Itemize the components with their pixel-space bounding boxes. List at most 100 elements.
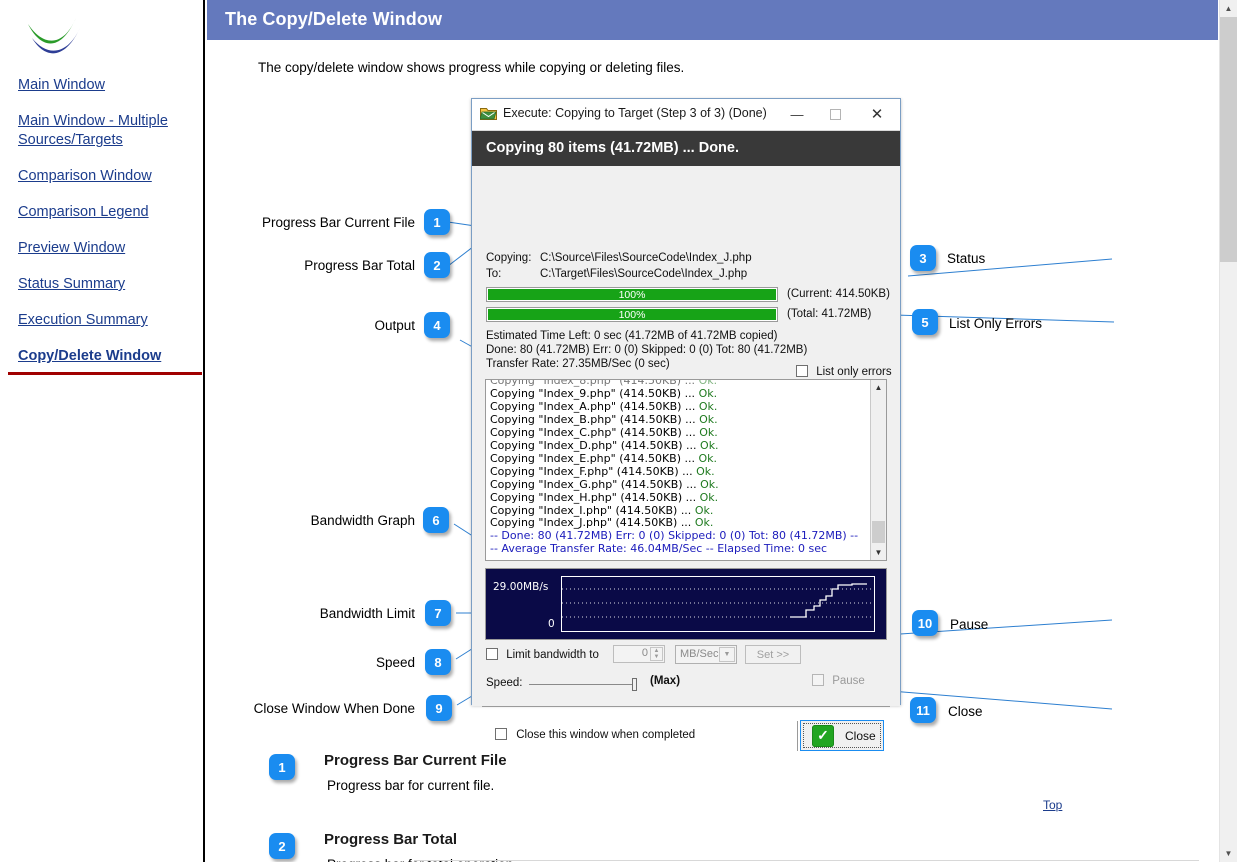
bandwidth-unit-select[interactable]: MB/Sec ▼	[675, 645, 737, 664]
page-scroll-thumb[interactable]	[1220, 17, 1237, 262]
list-only-errors-checkbox[interactable]: List only errors	[796, 365, 892, 378]
callout-label-2: Progress Bar Total	[304, 258, 415, 273]
sidebar-item-execution-summary[interactable]: Execution Summary	[18, 311, 196, 330]
pause-box	[812, 674, 824, 686]
folder-icon	[479, 106, 497, 121]
callout-badge-11: 11	[910, 697, 936, 723]
scroll-down-icon[interactable]: ▼	[871, 545, 886, 560]
callout-label-7: Bandwidth Limit	[319, 606, 415, 621]
output-log-scrollbar[interactable]: ▲ ▼	[870, 380, 886, 560]
sidebar-item-comparison-window[interactable]: Comparison Window	[18, 167, 196, 186]
chevron-down-icon[interactable]: ▼	[719, 647, 735, 662]
output-scroll-thumb[interactable]	[872, 521, 885, 543]
callout-label-3-text: Status	[947, 251, 986, 266]
callout-label-6: Bandwidth Graph	[310, 513, 415, 528]
callout-label-8: Speed	[375, 655, 415, 670]
sidebar: Main Window Main Window - Multiple Sourc…	[0, 0, 205, 862]
callout-badge-2: 2	[424, 252, 450, 278]
page-scrollbar[interactable]: ▲ ▼	[1219, 0, 1237, 862]
set-button[interactable]: Set >>	[745, 645, 801, 664]
dialog-body: Copying: C:\Source\Files\SourceCode\Inde…	[472, 166, 900, 751]
pause-checkbox[interactable]: Pause	[812, 674, 865, 687]
callout-badge-3: 3	[910, 245, 936, 271]
dialog-banner: Copying 80 items (41.72MB) ... Done.	[472, 131, 900, 166]
copying-path: C:\Source\Files\SourceCode\Index_J.php	[540, 252, 752, 264]
close-when-completed-checkbox[interactable]: Close this window when completed	[495, 728, 695, 741]
bandwidth-y-max-label: 29.00MB/s	[493, 581, 549, 593]
scroll-up-icon[interactable]: ▲	[871, 380, 886, 395]
copying-label: Copying:	[486, 252, 532, 264]
list-only-errors-label: List only errors	[816, 366, 892, 378]
bandwidth-y-min-label: 0	[548, 618, 555, 630]
output-log[interactable]: Copying "Index_8.php" (414.50KB) ... Ok.…	[485, 379, 887, 561]
progress-bar-current-file-fill: 100%	[488, 289, 776, 301]
output-log-lines: Copying "Index_8.php" (414.50KB) ... Ok.…	[490, 379, 868, 556]
speed-slider-knob[interactable]	[632, 678, 637, 691]
bandwidth-plot-svg	[562, 583, 874, 618]
callout-label-5: List Only Errors	[949, 316, 1043, 331]
callout-label-11: Close	[948, 704, 983, 719]
callout-label-9: Close Window When Done	[253, 701, 415, 716]
progress-current-side-label: (Current: 414.50KB)	[787, 288, 890, 300]
close-when-completed-box	[495, 728, 507, 740]
bandwidth-graph: 29.00MB/s 0	[485, 568, 887, 640]
sidebar-item-status-summary[interactable]: Status Summary	[18, 275, 196, 294]
to-label: To:	[486, 268, 502, 280]
callout-badge-1: 1	[424, 209, 450, 235]
maximize-icon[interactable]	[816, 99, 854, 129]
dialog-banner-text: Copying 80 items (41.72MB) ... Done.	[486, 140, 739, 156]
sidebar-divider	[8, 372, 202, 375]
copy-dialog-window: Execute: Copying to Target (Step 3 of 3)…	[471, 98, 901, 751]
callout-badge-6: 6	[423, 507, 449, 533]
progress-total-side-label: (Total: 41.72MB)	[787, 308, 872, 320]
output-log-line: Copying "Index_8.php" (414.50KB) ... Ok.	[490, 379, 718, 387]
sidebar-item-preview-window[interactable]: Preview Window	[18, 239, 196, 258]
bandwidth-plot-area	[561, 576, 875, 632]
speed-value-label: (Max)	[650, 675, 681, 687]
output-log-summary-line: -- Average Transfer Rate: 46.04MB/Sec --…	[490, 542, 828, 556]
callout-label-4: Output	[374, 318, 415, 333]
sidebar-item-comparison-legend[interactable]: Comparison Legend	[18, 203, 196, 222]
limit-bandwidth-box	[486, 648, 498, 660]
close-icon[interactable]: ✕	[858, 99, 896, 129]
dialog-divider	[482, 706, 890, 707]
minimize-icon[interactable]: —	[778, 99, 816, 129]
sidebar-nav: Main Window Main Window - Multiple Sourc…	[18, 76, 196, 383]
close-when-completed-label: Close this window when completed	[516, 729, 696, 741]
scroll-up-icon[interactable]: ▲	[1220, 0, 1237, 17]
sidebar-item-main-window[interactable]: Main Window	[18, 76, 196, 95]
main-content: The Copy/Delete Window The copy/delete w…	[207, 0, 1218, 862]
progress-bar-total: 100%	[486, 307, 778, 322]
limit-bandwidth-label: Limit bandwidth to	[506, 649, 599, 661]
progress-bar-total-fill: 100%	[488, 309, 776, 321]
bandwidth-unit-value: MB/Sec	[680, 648, 719, 660]
limit-bandwidth-checkbox[interactable]: Limit bandwidth to	[486, 648, 599, 661]
speed-label: Speed:	[486, 677, 523, 689]
to-path: C:\Target\Files\SourceCode\Index_J.php	[540, 268, 748, 280]
page-root: Main Window Main Window - Multiple Sourc…	[0, 0, 1237, 862]
close-button-inner: ✓ Close	[803, 723, 881, 748]
scroll-down-icon[interactable]: ▼	[1220, 845, 1237, 862]
status-line-rate: Transfer Rate: 27.35MB/Sec (0 sec)	[486, 358, 670, 370]
callout-badge-10: 10	[912, 610, 938, 636]
callout-badge-4: 4	[424, 312, 450, 338]
list-only-errors-box	[796, 365, 808, 377]
callout-label-1: Progress Bar Current File	[261, 215, 415, 230]
green-check-icon: ✓	[812, 724, 834, 747]
bandwidth-limit-stepper[interactable]: 0 ▲ ▼	[613, 645, 665, 663]
stepper-arrows-icon[interactable]: ▲ ▼	[650, 647, 663, 661]
speed-slider-track[interactable]	[529, 684, 634, 685]
sidebar-item-main-window-multiple[interactable]: Main Window - Multiple Sources/Targets	[18, 112, 196, 150]
sidebar-item-copy-delete-window[interactable]: Copy/Delete Window	[18, 347, 196, 366]
callout-label-10: Pause	[950, 617, 989, 632]
dialog-vertical-separator	[797, 721, 798, 751]
close-button[interactable]: ✓ Close	[800, 720, 884, 751]
dialog-title-bar: Execute: Copying to Target (Step 3 of 3)…	[472, 99, 900, 131]
status-line-eta: Estimated Time Left: 0 sec (41.72MB of 4…	[486, 330, 778, 342]
callout-badge-8: 8	[425, 649, 451, 675]
callout-badge-9: 9	[426, 695, 452, 721]
pause-label: Pause	[832, 675, 865, 687]
progress-bar-current-file: 100%	[486, 287, 778, 302]
dialog-title-text: Execute: Copying to Target (Step 3 of 3)…	[503, 106, 767, 120]
callout-badge-5: 5	[912, 309, 938, 335]
